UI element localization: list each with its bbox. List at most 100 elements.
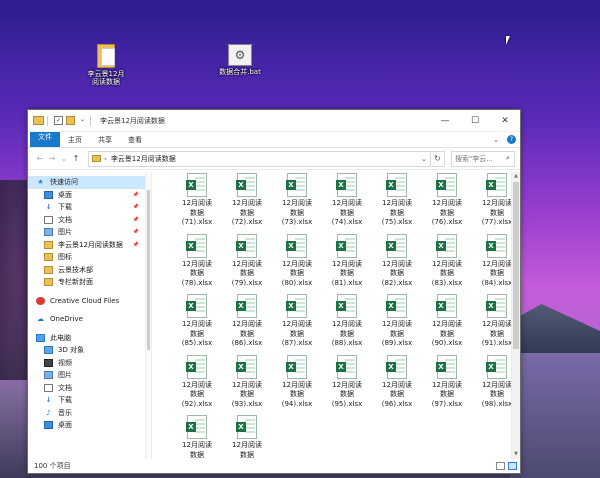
file-item[interactable]: X 12月阅读 数据 (76).xlsx — [422, 173, 472, 234]
nav-item-label: 视频 — [58, 358, 72, 367]
excel-file-icon: X — [486, 233, 507, 258]
nav-item[interactable]: 图片 — [28, 369, 145, 382]
nav-item[interactable]: 专栏新封面 — [28, 276, 145, 289]
nav-item[interactable]: 3D 对象 — [28, 344, 145, 357]
file-item[interactable]: X 12月阅读 数据 (83).xlsx — [422, 233, 472, 295]
file-name-line: 数据 — [440, 269, 454, 277]
breadcrumb[interactable]: 李云景12月阅读数据 — [111, 154, 418, 164]
nav-item[interactable]: 文档 📌 — [28, 214, 145, 227]
search-input[interactable]: 搜索"李云... ⌕ — [451, 150, 515, 167]
nav-item[interactable]: 云景技术部 — [28, 264, 145, 277]
nav-item-label: 图标 — [58, 253, 72, 262]
title-bar[interactable]: ✓ ⌄ 李云景12月阅读数据 — ☐ ✕ — [28, 110, 520, 132]
file-name-line: (87).xlsx — [281, 339, 313, 347]
details-view-icon[interactable] — [496, 462, 505, 470]
excel-badge: X — [236, 422, 246, 432]
file-item[interactable]: X 12月阅读 数据 (77).xlsx — [472, 173, 511, 234]
vertical-scrollbar[interactable]: ▲ ▼ — [511, 172, 520, 459]
properties-icon[interactable]: ✓ — [54, 116, 63, 125]
tab-file[interactable]: 文件 — [30, 132, 60, 147]
file-item[interactable]: X 12月阅读 数据 (97).xlsx — [422, 354, 472, 416]
nav-item[interactable]: 视频 — [28, 357, 145, 370]
file-item[interactable]: X 12月阅读 数据 (78).xlsx — [172, 233, 222, 295]
file-item[interactable]: X 12月阅读 数据 (72).xlsx — [222, 173, 272, 234]
nav-item[interactable]: ↓ 下载 📌 — [28, 201, 145, 214]
desktop-folder-shortcut[interactable]: 李云景12月 阅读数据 — [76, 44, 136, 87]
scroll-down-icon[interactable]: ▼ — [512, 450, 520, 459]
file-item[interactable]: X 12月阅读 数据 (73).xlsx — [272, 173, 322, 234]
file-item[interactable]: X 12月阅读数据(100).xlsx — [222, 415, 272, 459]
file-item[interactable]: X 12月阅读 数据 (94).xlsx — [272, 354, 322, 416]
file-item[interactable]: X 12月阅读 数据 (93).xlsx — [222, 354, 272, 416]
recent-locations-button[interactable]: ⌄ — [58, 154, 70, 163]
file-item[interactable]: X 12月阅读 数据 (91).xlsx — [472, 294, 511, 355]
file-item[interactable]: X 12月阅读 数据 (71).xlsx — [172, 173, 222, 234]
file-name-line: 数据 — [340, 329, 354, 338]
nav-item[interactable]: ☁ OneDrive — [28, 313, 145, 326]
nav-item[interactable]: ★ 快速访问 — [28, 176, 145, 189]
scrollbar-thumb[interactable] — [147, 190, 150, 350]
file-item[interactable]: X 12月阅读 数据 (81).xlsx — [322, 233, 372, 295]
nav-item[interactable]: 文档 — [28, 382, 145, 395]
file-item[interactable]: X 12月阅读 数据 (74).xlsx — [322, 173, 372, 234]
file-item[interactable]: X 12月阅读 数据 (98).xlsx — [472, 354, 511, 416]
file-name: 12月阅读 数据 (73).xlsx — [272, 199, 322, 228]
maximize-button[interactable]: ☐ — [460, 110, 490, 132]
excel-badge: X — [486, 361, 496, 372]
nav-item[interactable]: ↓ 下载 — [28, 394, 145, 407]
window-title: 李云景12月阅读数据 — [100, 116, 165, 125]
file-item[interactable]: X 12月阅读 数据 (86).xlsx — [222, 294, 272, 355]
nav-item[interactable]: 图标 — [28, 251, 145, 264]
file-item[interactable]: X 12月阅读 数据 (84).xlsx — [472, 233, 511, 295]
file-item[interactable]: X 12月阅读 数据 (75).xlsx — [372, 173, 422, 234]
refresh-button[interactable]: ↻ — [431, 150, 445, 167]
expand-ribbon-icon[interactable]: ⌄ — [489, 132, 503, 147]
file-item[interactable]: X 12月阅读 数据 (79).xlsx — [222, 233, 272, 295]
3d-objects-icon — [44, 346, 53, 355]
tab-home[interactable]: 主页 — [60, 132, 90, 147]
file-name-line: 12月阅读 — [332, 380, 362, 389]
file-item[interactable]: X 12月阅读 数据 (87).xlsx — [272, 294, 322, 355]
tab-share[interactable]: 共享 — [90, 132, 120, 147]
file-name-line: 数据 — [240, 208, 254, 217]
scroll-up-icon[interactable]: ▲ — [512, 172, 520, 181]
scrollbar-thumb[interactable] — [513, 182, 519, 349]
large-icons-view-icon[interactable] — [508, 462, 517, 470]
forward-button[interactable]: → — [46, 154, 58, 163]
file-name-line: 数据 — [190, 269, 204, 277]
file-item[interactable]: X 12月阅读 数据 (90).xlsx — [422, 294, 472, 355]
nav-item[interactable]: 图片 📌 — [28, 226, 145, 239]
nav-item[interactable]: 桌面 — [28, 419, 145, 432]
nav-item[interactable]: ♪ 音乐 — [28, 407, 145, 420]
file-item[interactable]: X 12月阅读 数据 (82).xlsx — [372, 233, 422, 295]
back-button[interactable]: ← — [34, 154, 46, 163]
file-item[interactable]: X 12月阅读数据(99).xlsx — [172, 415, 222, 459]
download-icon: ↓ — [45, 396, 52, 405]
file-item[interactable]: X 12月阅读 数据 (96).xlsx — [372, 354, 422, 416]
minimize-button[interactable]: — — [430, 110, 460, 132]
nav-item[interactable]: 桌面 📌 — [28, 189, 145, 202]
up-button[interactable]: ↑ — [70, 154, 82, 163]
nav-item[interactable]: 李云景12月阅读数据 📌 — [28, 239, 145, 252]
chevron-down-icon[interactable]: ⌄ — [418, 155, 430, 163]
file-name-line: 数据 — [390, 329, 404, 338]
file-name-line: (81).xlsx — [331, 278, 363, 287]
file-item[interactable]: X 12月阅读 数据 (88).xlsx — [322, 294, 372, 355]
nav-item[interactable]: Creative Cloud Files — [28, 295, 145, 308]
nav-item[interactable]: 此电脑 — [28, 332, 145, 345]
file-item[interactable]: X 12月阅读 数据 (80).xlsx — [272, 233, 322, 295]
file-name-line: 数据 — [190, 329, 204, 338]
address-bar[interactable]: › 李云景12月阅读数据 ⌄ — [88, 150, 431, 167]
tab-view[interactable]: 查看 — [120, 132, 150, 147]
help-icon[interactable]: ? — [507, 135, 516, 144]
close-button[interactable]: ✕ — [490, 110, 520, 132]
new-folder-icon[interactable] — [66, 116, 75, 125]
file-item[interactable]: X 12月阅读 数据 (92).xlsx — [172, 354, 222, 416]
quick-access-dropdown-icon[interactable]: ⌄ — [78, 116, 87, 125]
file-item[interactable]: X 12月阅读 数据 (89).xlsx — [372, 294, 422, 355]
file-name: 12月阅读数据(100).xlsx — [222, 441, 272, 459]
file-item[interactable]: X 12月阅读 数据 (95).xlsx — [322, 354, 372, 416]
file-name-line: 12月阅读 — [282, 320, 312, 328]
file-item[interactable]: X 12月阅读 数据 (85).xlsx — [172, 294, 222, 355]
desktop-bat-shortcut[interactable]: ⚙ 数据合并.bat — [210, 44, 270, 76]
